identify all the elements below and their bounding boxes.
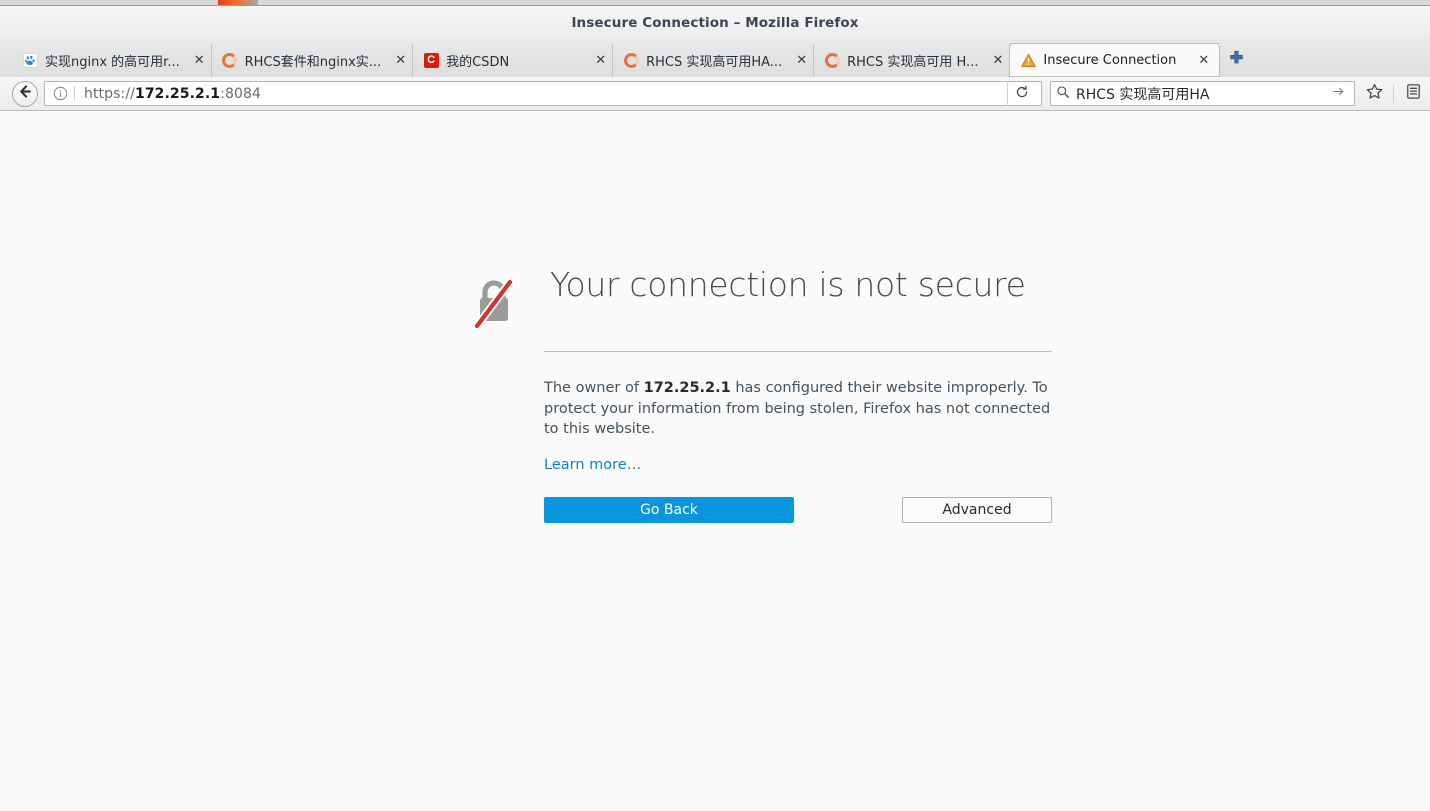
url-bar[interactable]: https://172.25.2.1:8084 — [44, 81, 1042, 106]
error-actions: Go Back Advanced — [544, 496, 1060, 523]
url-separator — [74, 86, 75, 101]
tab-rhcs-ha-1[interactable]: RHCS 实现高可用HA... ✕ — [613, 44, 815, 77]
tab-insecure-connection[interactable]: Insecure Connection ✕ — [1010, 43, 1220, 77]
navigation-toolbar: https://172.25.2.1:8084 RHCS 实现高可用HA — [0, 77, 1430, 111]
search-icon — [1056, 84, 1070, 103]
baidu-icon — [22, 53, 38, 69]
tab-label: Insecure Connection — [1043, 52, 1177, 68]
tab-strip: 实现nginx 的高可用r... ✕ RHCS套件和nginx实... ✕ C … — [0, 39, 1430, 77]
background-window-stub — [218, 0, 258, 5]
tab-rhcs-ha-2[interactable]: RHCS 实现高可用 H... ✕ — [814, 44, 1011, 77]
tab-label: 我的CSDN — [446, 55, 510, 70]
tab-close-button[interactable]: ✕ — [194, 54, 205, 67]
title-bar: Insecure Connection – Mozilla Firefox — [0, 7, 1430, 39]
tab-close-button[interactable]: ✕ — [796, 54, 807, 67]
url-port: :8084 — [220, 85, 261, 102]
page-title: Your connection is not secure — [550, 265, 1026, 304]
library-icon — [1405, 83, 1422, 104]
back-arrow-icon — [18, 84, 33, 103]
error-description-host: 172.25.2.1 — [643, 380, 731, 396]
advanced-button[interactable]: Advanced — [902, 496, 1052, 523]
tab-label: 实现nginx 的高可用r... — [45, 55, 180, 70]
tab-baidu-nginx[interactable]: 实现nginx 的高可用r... ✕ — [12, 44, 212, 77]
library-button[interactable] — [1400, 81, 1426, 107]
url-scheme: https:// — [84, 85, 135, 102]
learn-more-link[interactable]: Learn more… — [544, 457, 641, 473]
ring-icon — [824, 53, 840, 69]
broken-lock-icon — [470, 277, 518, 330]
search-bar[interactable]: RHCS 实现高可用HA — [1050, 81, 1355, 106]
ring-icon — [222, 53, 238, 69]
tab-rhcs-nginx[interactable]: RHCS套件和nginx实... ✕ — [212, 44, 414, 77]
back-button[interactable] — [12, 80, 38, 107]
tab-close-button[interactable]: ✕ — [992, 54, 1003, 67]
error-description-prefix: The owner of — [544, 380, 644, 396]
url-host: 172.25.2.1 — [134, 85, 221, 102]
error-description: The owner of 172.25.2.1 has configured t… — [544, 378, 1052, 440]
page-content: Your connection is not secure The owner … — [0, 112, 1430, 811]
search-input[interactable]: RHCS 实现高可用HA — [1076, 84, 1209, 104]
insecure-connection-error-page: Your connection is not secure The owner … — [470, 265, 1060, 523]
firefox-window: Insecure Connection – Mozilla Firefox 实现… — [0, 0, 1430, 811]
star-icon — [1366, 83, 1383, 104]
window-title: Insecure Connection – Mozilla Firefox — [571, 15, 859, 31]
desktop-strip — [0, 0, 1430, 6]
divider — [544, 351, 1052, 352]
reload-button[interactable] — [1007, 81, 1035, 106]
tab-label: RHCS套件和nginx实... — [244, 55, 382, 70]
reload-icon — [1015, 84, 1029, 103]
error-body: The owner of 172.25.2.1 has configured t… — [544, 351, 1060, 523]
tab-label: RHCS 实现高可用HA... — [646, 55, 783, 70]
tab-close-button[interactable]: ✕ — [1198, 54, 1209, 67]
tab-close-button[interactable]: ✕ — [595, 54, 606, 67]
tab-label: RHCS 实现高可用 H... — [847, 55, 979, 70]
csdn-icon: C — [423, 53, 439, 69]
tab-my-csdn[interactable]: C 我的CSDN ✕ — [413, 44, 614, 77]
plus-icon — [1228, 50, 1245, 71]
error-header: Your connection is not secure — [470, 265, 1060, 330]
ring-icon — [623, 53, 639, 69]
info-circle-icon[interactable] — [53, 86, 68, 101]
arrow-right-icon[interactable] — [1331, 85, 1349, 102]
new-tab-button[interactable] — [1219, 44, 1253, 77]
warning-triangle-icon — [1020, 52, 1036, 68]
go-back-button[interactable]: Go Back — [544, 496, 794, 523]
toolbar-separator — [1393, 84, 1394, 103]
bookmark-button[interactable] — [1361, 81, 1387, 107]
tab-close-button[interactable]: ✕ — [395, 54, 406, 67]
url-text: https://172.25.2.1:8084 — [84, 86, 261, 102]
